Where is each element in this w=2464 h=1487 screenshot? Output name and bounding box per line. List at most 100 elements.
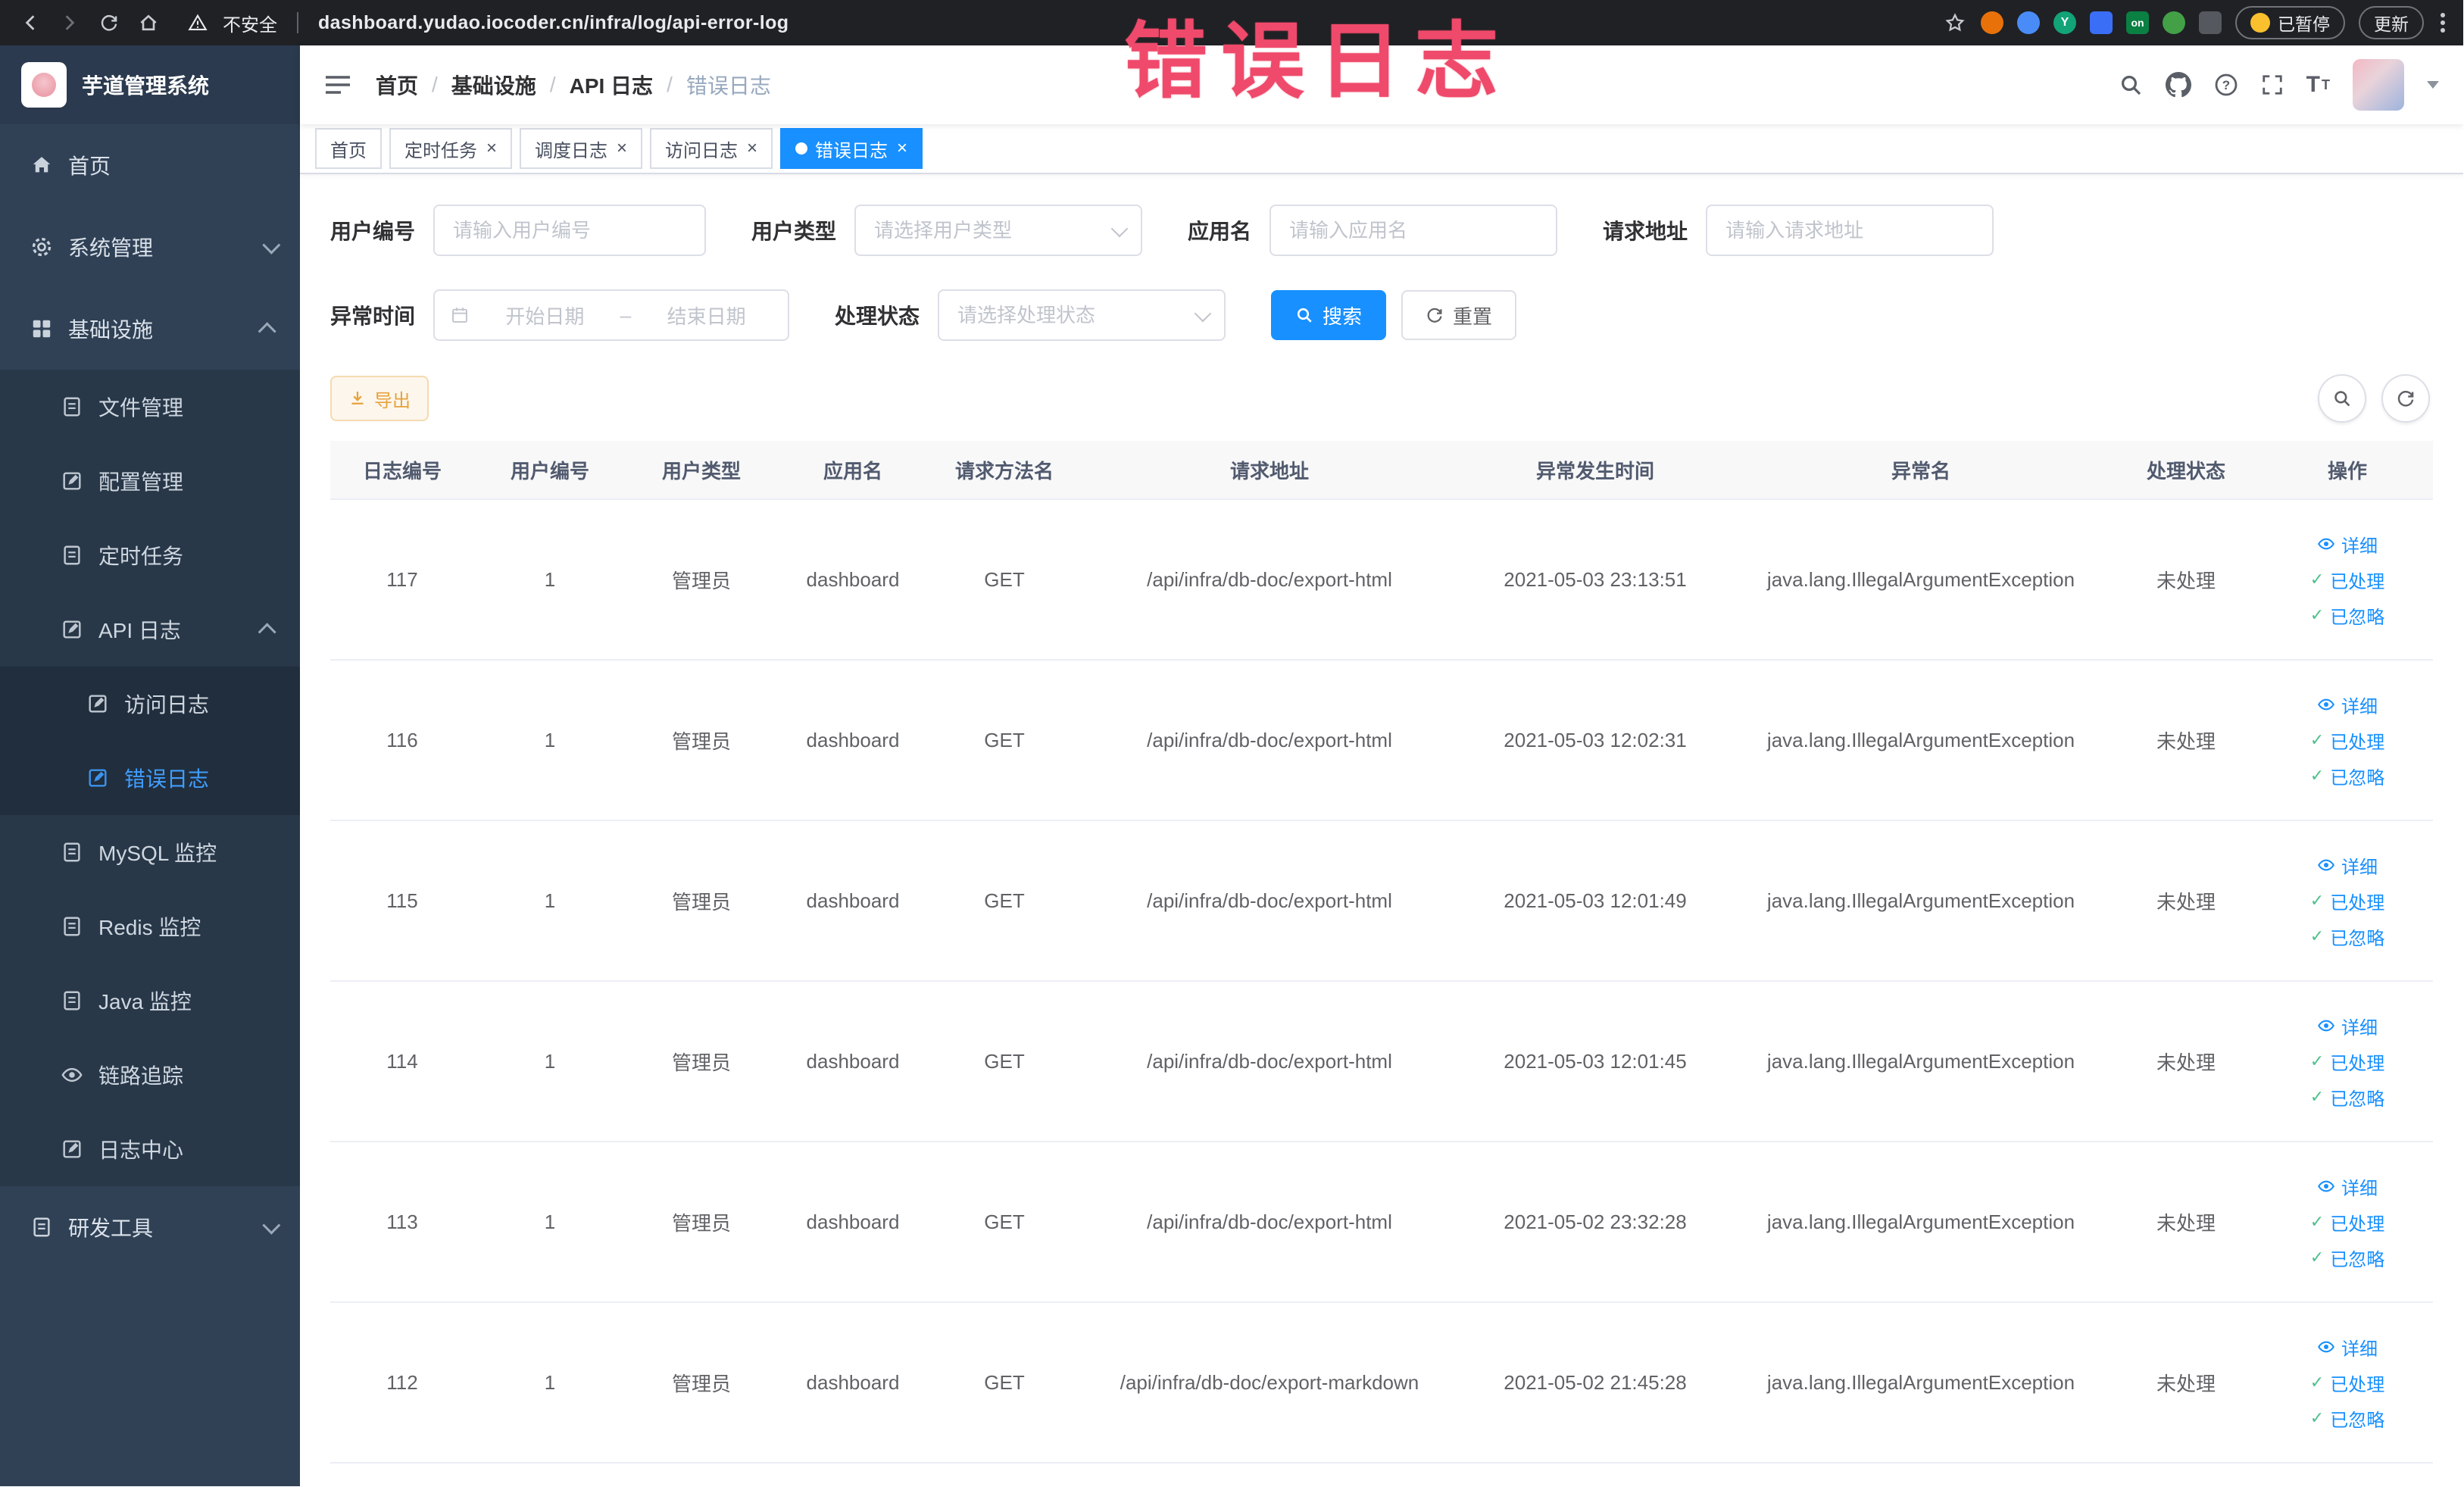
chevron-up-icon (258, 321, 276, 340)
forward-button[interactable] (58, 11, 82, 35)
sidebar-item-system-management[interactable]: 系统管理 (0, 206, 300, 288)
url-bar[interactable]: dashboard.yudao.iocoder.cn/infra/log/api… (318, 12, 789, 34)
logo[interactable]: 芋道管理系统 (0, 45, 300, 124)
breadcrumb-item[interactable]: API 日志 (570, 70, 653, 100)
toggle-search-button[interactable] (2318, 374, 2366, 423)
cell-user-id: 1 (544, 1210, 556, 1233)
close-icon[interactable]: × (486, 139, 497, 158)
processed-link[interactable]: ✓ 已处理 (2310, 727, 2384, 754)
reset-button[interactable]: 重置 (1401, 290, 1517, 340)
processed-link[interactable]: ✓ 已处理 (2310, 1370, 2384, 1396)
cell-app: dashboard (806, 1210, 900, 1233)
sidebar-item-home[interactable]: 首页 (0, 124, 300, 206)
sidebar-item-log-center[interactable]: 日志中心 (0, 1112, 300, 1186)
exception-time-range[interactable]: 开始日期 – 结束日期 (433, 289, 790, 341)
breadcrumb-item[interactable]: 首页 (376, 70, 418, 100)
chevron-up-icon (258, 622, 276, 641)
profile-sync-paused-badge[interactable]: 已暂停 (2235, 6, 2345, 39)
cell-app: dashboard (806, 567, 900, 591)
chevron-down-icon (262, 236, 281, 255)
tab-item-1[interactable]: 定时任务 × (389, 128, 513, 169)
sidebar-item-config-management[interactable]: 配置管理 (0, 444, 300, 518)
sidebar-item-trace[interactable]: 链路追踪 (0, 1038, 300, 1112)
github-icon[interactable] (2165, 72, 2191, 98)
fullscreen-icon[interactable] (2261, 73, 2284, 96)
tab-item-4[interactable]: 错误日志 × (780, 128, 923, 169)
request-url-input[interactable] (1706, 205, 1994, 256)
user-type-label: 用户类型 (751, 220, 837, 243)
trace-icon (61, 1064, 83, 1086)
sidebar-item-access-log[interactable]: 访问日志 (0, 667, 300, 741)
mysql-icon (61, 841, 83, 864)
export-button[interactable]: 导出 (330, 376, 429, 421)
detail-link[interactable]: 详细 (2317, 1334, 2378, 1360)
extension-icon[interactable] (1981, 11, 2003, 34)
extensions-puzzle-icon[interactable] (2199, 11, 2222, 34)
search-button[interactable]: 搜索 (1271, 290, 1387, 340)
user-avatar[interactable] (2353, 59, 2404, 111)
tab-item-2[interactable]: 调度日志 × (520, 128, 643, 169)
extension-icon[interactable]: on (2126, 11, 2149, 34)
detail-link[interactable]: 详细 (2317, 1173, 2378, 1200)
tools-icon (30, 1216, 53, 1239)
sidebar-item-redis-monitor[interactable]: Redis 监控 (0, 889, 300, 964)
detail-link[interactable]: 详细 (2317, 531, 2378, 558)
font-size-icon[interactable]: TT (2306, 72, 2330, 98)
sidebar-item-infrastructure[interactable]: 基础设施 (0, 288, 300, 370)
ignored-link[interactable]: ✓ 已忽略 (2310, 923, 2384, 950)
check-icon: ✓ (2309, 570, 2325, 589)
detail-link[interactable]: 详细 (2317, 1482, 2378, 1486)
processed-link[interactable]: ✓ 已处理 (2310, 1048, 2384, 1075)
bookmark-star-icon[interactable] (1943, 11, 1967, 35)
ignored-link[interactable]: ✓ 已忽略 (2310, 1245, 2384, 1271)
process-status-select[interactable] (938, 289, 1226, 341)
reload-button[interactable] (97, 11, 121, 35)
hamburger-icon[interactable] (324, 74, 351, 95)
extension-icon[interactable]: Y (2053, 11, 2076, 34)
breadcrumb-item[interactable]: 基础设施 (451, 70, 536, 100)
home-button[interactable] (136, 11, 161, 35)
sidebar-item-scheduled-tasks[interactable]: 定时任务 (0, 518, 300, 592)
processed-link[interactable]: ✓ 已处理 (2310, 1209, 2384, 1236)
close-icon[interactable]: × (617, 139, 627, 158)
file-icon (61, 395, 83, 418)
search-icon[interactable] (2119, 73, 2143, 97)
chevron-down-icon[interactable] (2427, 81, 2439, 89)
app-name-input[interactable] (1269, 205, 1558, 256)
tab-item-3[interactable]: 访问日志 × (650, 128, 773, 169)
ignored-link[interactable]: ✓ 已忽略 (2310, 1084, 2384, 1111)
user-id-input[interactable] (433, 205, 707, 256)
sidebar-item-file-management[interactable]: 文件管理 (0, 370, 300, 444)
back-button[interactable] (18, 11, 42, 35)
ignored-link[interactable]: ✓ 已忽略 (2310, 1405, 2384, 1432)
security-label[interactable]: 不安全 (223, 10, 277, 36)
detail-link[interactable]: 详细 (2317, 692, 2378, 718)
ignored-link[interactable]: ✓ 已忽略 (2310, 763, 2384, 789)
processed-link[interactable]: ✓ 已处理 (2310, 567, 2384, 593)
sidebar-item-java-monitor[interactable]: Java 监控 (0, 964, 300, 1038)
processed-link[interactable]: ✓ 已处理 (2310, 888, 2384, 914)
detail-link[interactable]: 详细 (2317, 1013, 2378, 1039)
tab-item-0[interactable]: 首页 (315, 128, 382, 169)
sidebar-item-error-log[interactable]: 错误日志 (0, 741, 300, 815)
browser-menu-icon[interactable] (2441, 13, 2445, 33)
detail-link[interactable]: 详细 (2317, 852, 2378, 879)
help-icon[interactable]: ? (2214, 73, 2238, 97)
refresh-button[interactable] (2381, 374, 2430, 423)
ignored-link[interactable]: ✓ 已忽略 (2310, 602, 2384, 629)
check-icon: ✓ (2309, 1248, 2325, 1267)
user-type-select[interactable] (854, 205, 1143, 256)
close-icon[interactable]: × (747, 139, 757, 158)
close-icon[interactable]: × (897, 139, 907, 158)
sidebar-item-dev-tools[interactable]: 研发工具 (0, 1186, 300, 1268)
update-button[interactable]: 更新 (2359, 6, 2424, 39)
config-icon (61, 470, 83, 492)
column-header: 异常名 (1891, 459, 1950, 483)
extension-icon[interactable] (2017, 11, 2040, 34)
extension-icon[interactable] (2163, 11, 2185, 34)
sidebar-item-api-logs[interactable]: API 日志 (0, 592, 300, 667)
cell-method: GET (984, 1210, 1025, 1233)
sidebar-item-mysql-monitor[interactable]: MySQL 监控 (0, 815, 300, 889)
extension-icon[interactable] (2090, 11, 2113, 34)
column-header: 用户类型 (661, 459, 741, 483)
